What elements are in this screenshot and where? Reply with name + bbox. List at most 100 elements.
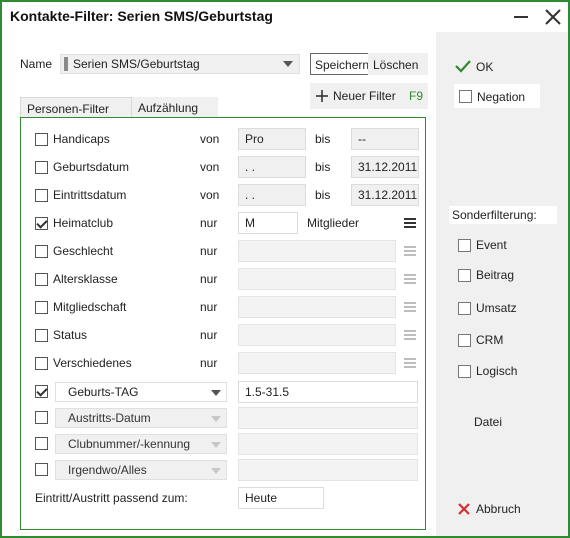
special-filter-label: Irgendwo/Alles — [68, 463, 147, 477]
filter-label: Geschlecht — [53, 244, 114, 258]
filter-operator: nur — [200, 216, 218, 230]
close-icon[interactable] — [543, 7, 563, 27]
delete-button[interactable]: Löschen — [368, 53, 428, 75]
filter-label: Handicaps — [53, 132, 110, 146]
sonderfilter-label: CRM — [476, 333, 504, 347]
sonderfilter-checkbox[interactable] — [458, 269, 471, 282]
filter-checkbox[interactable] — [35, 133, 48, 146]
special-filter-select[interactable]: Geburts-TAG — [55, 382, 227, 402]
dialog-window: Kontakte-Filter: Serien SMS/Geburtstag N… — [0, 0, 570, 538]
filter-to-label: bis — [315, 188, 331, 202]
filter-operator: nur — [200, 328, 218, 342]
chevron-down-icon[interactable] — [211, 468, 221, 474]
filter-to-label: bis — [315, 132, 331, 146]
save-button[interactable]: Speichern — [310, 53, 375, 75]
name-select-marker — [64, 57, 68, 71]
special-checkbox[interactable] — [35, 385, 48, 398]
filter-value-input[interactable] — [238, 268, 396, 290]
special-filter-select[interactable]: Irgendwo/Alles — [55, 460, 227, 480]
chevron-down-icon[interactable] — [211, 416, 221, 422]
sonderfilter-checkbox[interactable] — [458, 334, 471, 347]
filter-checkbox[interactable] — [35, 273, 48, 286]
filter-checkbox[interactable] — [35, 217, 48, 230]
passend-input[interactable]: Heute — [238, 487, 324, 509]
new-filter-shortcut: F9 — [409, 89, 424, 103]
filter-label: Altersklasse — [53, 272, 118, 286]
list-menu-icon[interactable] — [404, 246, 416, 256]
new-filter-button[interactable]: Neuer Filter F9 — [310, 83, 428, 109]
list-menu-icon[interactable] — [404, 330, 416, 340]
sonderfilterung-header: Sonderfilterung: — [449, 206, 557, 224]
special-checkbox[interactable] — [35, 437, 48, 450]
minimize-icon[interactable] — [514, 16, 528, 18]
filter-to-input[interactable]: 31.12.2011 — [351, 156, 419, 178]
name-select-value: Serien SMS/Geburtstag — [73, 57, 200, 71]
filter-label: Mitgliedschaft — [53, 300, 127, 314]
special-value-input[interactable] — [238, 459, 418, 481]
filter-checkbox[interactable] — [35, 357, 48, 370]
list-menu-icon[interactable] — [404, 358, 416, 368]
filter-suffix: Mitglieder — [307, 216, 360, 230]
sonderfilter-checkbox[interactable] — [458, 365, 471, 378]
tab-aufzaehlung[interactable]: Aufzählung — [132, 97, 218, 119]
sonderfilter-label: Event — [476, 238, 507, 252]
datei-button[interactable]: Datei — [474, 415, 502, 429]
tab-personen-filter[interactable]: Personen-Filter — [20, 97, 132, 119]
filter-checkbox[interactable] — [35, 301, 48, 314]
list-menu-icon[interactable] — [404, 302, 416, 312]
filter-operator: nur — [200, 272, 218, 286]
filter-checkbox[interactable] — [35, 245, 48, 258]
special-value-input[interactable] — [238, 407, 418, 429]
negation-label: Negation — [477, 90, 526, 104]
filter-label: Geburtsdatum — [53, 160, 130, 174]
filter-checkbox[interactable] — [35, 161, 48, 174]
title-bar: Kontakte-Filter: Serien SMS/Geburtstag — [2, 2, 568, 32]
negation-toggle[interactable]: Negation — [454, 84, 540, 108]
special-filter-label: Austritts-Datum — [68, 411, 151, 425]
filter-operator: von — [200, 160, 220, 174]
filter-to-input[interactable]: 31.12.2011 — [351, 184, 419, 206]
special-filter-select[interactable]: Austritts-Datum — [55, 408, 227, 428]
name-select[interactable]: Serien SMS/Geburtstag — [60, 54, 300, 74]
special-filter-label: Clubnummer/-kennung — [68, 437, 191, 451]
filter-operator: nur — [200, 356, 218, 370]
filter-value-input[interactable] — [238, 352, 396, 374]
name-label: Name — [20, 57, 53, 71]
filter-label: Verschiedenes — [53, 356, 132, 370]
filter-from-input[interactable]: Pro — [238, 128, 306, 150]
cancel-button[interactable]: Abbruch — [476, 502, 521, 516]
special-value-input[interactable] — [238, 433, 418, 455]
ok-button[interactable]: OK — [476, 60, 493, 74]
chevron-down-icon[interactable] — [283, 61, 293, 67]
special-value-input[interactable]: 1.5-31.5 — [238, 381, 418, 403]
chevron-down-icon[interactable] — [211, 390, 221, 396]
filter-value-input[interactable] — [238, 240, 396, 262]
filter-value-input[interactable] — [238, 296, 396, 318]
window-title: Kontakte-Filter: Serien SMS/Geburtstag — [10, 8, 273, 24]
filter-from-input[interactable]: . . — [238, 156, 306, 178]
list-menu-icon[interactable] — [404, 218, 416, 228]
filter-value-input[interactable] — [238, 324, 396, 346]
negation-checkbox[interactable] — [459, 90, 472, 103]
filter-from-input[interactable]: . . — [238, 184, 306, 206]
special-filter-select[interactable]: Clubnummer/-kennung — [55, 434, 227, 454]
sonderfilterung-label: Sonderfilterung: — [452, 208, 537, 222]
filter-to-input[interactable]: -- — [351, 128, 419, 150]
filter-checkbox[interactable] — [35, 189, 48, 202]
filter-label: Status — [53, 328, 88, 342]
sonderfilter-checkbox[interactable] — [458, 239, 471, 252]
sonderfilter-label: Logisch — [476, 364, 518, 378]
filter-checkbox[interactable] — [35, 329, 48, 342]
list-menu-icon[interactable] — [404, 274, 416, 284]
special-checkbox[interactable] — [35, 463, 48, 476]
filter-label: Eintrittsdatum — [53, 188, 127, 202]
filter-operator: von — [200, 188, 220, 202]
special-checkbox[interactable] — [35, 411, 48, 424]
passend-label: Eintritt/Austritt passend zum: — [35, 491, 188, 505]
filter-operator: nur — [200, 244, 218, 258]
cancel-x-icon — [458, 503, 470, 515]
filter-value-input[interactable]: M — [238, 212, 298, 234]
filter-operator: von — [200, 132, 220, 146]
chevron-down-icon[interactable] — [211, 442, 221, 448]
sonderfilter-checkbox[interactable] — [458, 302, 471, 315]
